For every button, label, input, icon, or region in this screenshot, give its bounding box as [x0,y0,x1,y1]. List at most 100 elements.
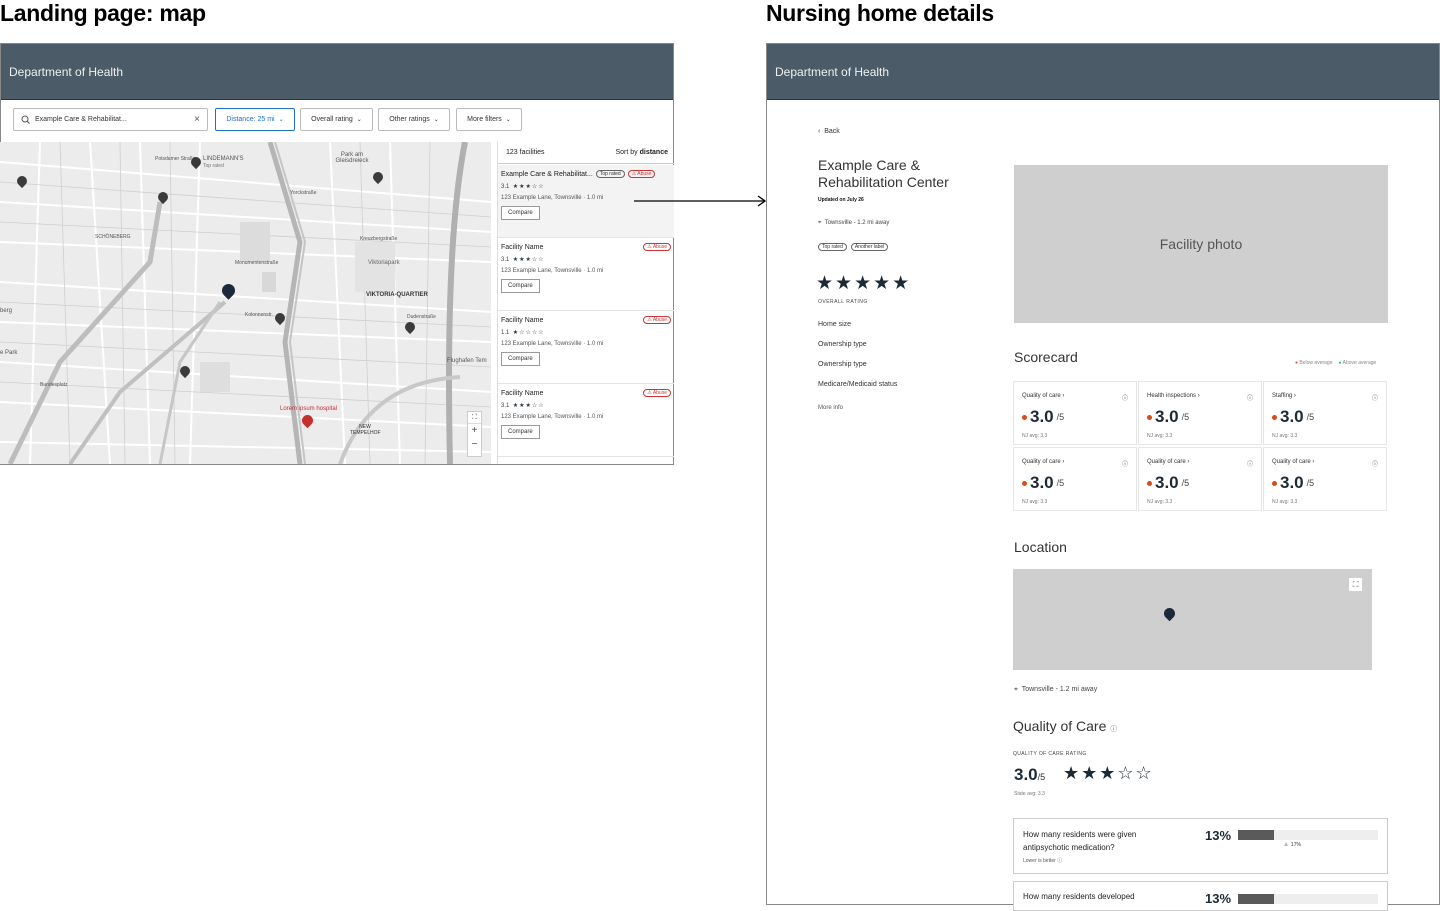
facility-name: Facility Name [501,389,544,397]
facility-map[interactable]: LINDEMANN'S Top rated Park am Gleisdreie… [0,142,491,464]
map-label: Viktoriapark [368,260,400,266]
measure-bar-track [1238,830,1378,840]
info-icon: ⓘ [1371,462,1378,468]
map-label: Dudenstraße [407,314,436,320]
score-card[interactable]: Health inspections › ⓘ 3.0/5 NJ avg: 3.3 [1138,381,1262,445]
star-rating: ★★★☆☆ [512,184,545,190]
abuse-tag: ⚠ Abuse [643,243,671,251]
map-pin [1161,605,1178,622]
score-card[interactable]: Quality of care › ⓘ 3.0/5 NJ avg: 3.3 [1138,447,1262,511]
star-rating: ★☆☆☆☆ [512,330,545,336]
facility-name: Facility Name [501,316,544,324]
location-title: Location [1014,539,1067,555]
compare-button[interactable]: Compare [501,352,540,366]
filter-distance[interactable]: Distance: 25 mi ⌄ [215,108,295,131]
info-icon: ⓘ [1057,858,1063,864]
filter-other-ratings[interactable]: Other ratings ⌄ [378,108,450,131]
header-title: Department of Health [9,64,124,79]
chevron-down-icon: ⌄ [433,117,439,123]
info-icon: ⓘ [1246,396,1253,402]
filter-more[interactable]: More filters ⌄ [456,108,522,131]
scorecard-legend: ● Below average ● Above average [1295,360,1377,366]
facility-tags: Top rated Another label [818,243,889,251]
info-icon: ⓘ [1110,726,1118,733]
facility-name: Example Care & Rehabilitat... [501,170,593,178]
score-card[interactable]: Quality of care › ⓘ 3.0/5 NJ avg: 3.3 [1263,447,1387,511]
score-card[interactable]: Quality of care › ⓘ 3.0/5 NJ avg: 3.3 [1013,381,1137,445]
expand-icon[interactable]: ⛶ [468,412,481,424]
chevron-down-icon: ⌄ [278,117,284,123]
zoom-in-icon[interactable]: + [468,424,481,438]
chevron-left-icon: ‹ [818,128,821,135]
chevron-down-icon: ⌄ [356,117,362,123]
map-label: Top rated [203,163,224,169]
map-label: Park am Gleisdreieck [335,152,369,164]
star-rating: ★★★☆☆ [512,257,545,263]
overall-stars: ★★★★★ [816,273,912,294]
back-link[interactable]: ‹ Back [818,128,840,135]
facility-location: ⌖ Townsville - 1.2 mi away [818,220,890,226]
measure-card[interactable]: How many residents developed 13% [1013,881,1388,911]
search-input[interactable]: Example Care & Rehabilitat... × [13,108,208,131]
measure-avg-marker: ▲ 17% [1282,841,1301,848]
list-item[interactable]: Facility Name ⚠ Abuse 1.1 ★☆☆☆☆ 123 Examp… [498,311,674,384]
map-label: NEW TEMPELHOF [350,424,381,436]
more-info-link[interactable]: More info [818,405,843,411]
map-label: LINDEMANN'S [203,156,244,162]
map-label: Potsdamer Straße [155,156,196,162]
quality-of-care-title: Quality of Care ⓘ [1013,718,1118,734]
compare-button[interactable]: Compare [501,279,540,293]
map-streets [0,142,491,464]
site-header: Department of Health [767,44,1439,100]
measure-question: How many residents developed [1023,892,1135,901]
measure-note: Lower is better ⓘ [1023,858,1063,864]
quality-rating-label: QUALITY OF CARE RATING [1013,751,1087,757]
abuse-tag: ⚠ Abuse [643,316,671,324]
flow-arrow [634,195,767,207]
measure-bar-fill [1238,830,1275,840]
score-card[interactable]: Staffing › ⓘ 3.0/5 NJ avg: 3.3 [1263,381,1387,445]
info-icon: ⓘ [1121,396,1128,402]
map-label: Monumentenstraße [235,260,279,266]
score-card[interactable]: Quality of care › ⓘ 3.0/5 NJ avg: 3.3 [1013,447,1137,511]
map-label: e Park [0,350,18,356]
fact-ownership-type: Ownership type [818,361,867,368]
map-label: berg [0,308,13,314]
measure-card[interactable]: How many residents were given antipsychot… [1013,818,1388,874]
filter-overall-rating[interactable]: Overall rating ⌄ [300,108,373,131]
facility-address: 123 Example Lane, Townsville · 1.0 mi [501,268,604,274]
compare-button[interactable]: Compare [501,206,540,220]
zoom-out-icon[interactable]: − [468,438,481,452]
location-pin-icon: ⌖ [818,220,822,226]
map-label: Kolonnenstr. [245,312,273,318]
map-label: Lorem ipsum hospital [280,406,338,412]
sort-control[interactable]: Sort by distance [615,149,668,156]
location-pin-icon: ⌖ [1014,686,1018,693]
map-label: Bundesplatz [40,382,68,388]
clear-icon[interactable]: × [194,114,200,125]
compare-button[interactable]: Compare [501,425,540,439]
info-icon: ⓘ [1371,396,1378,402]
list-item[interactable]: Facility Name ⚠ Abuse 3.1 ★★★☆☆ 123 Examp… [498,384,674,457]
state-avg: State avg: 3.3 [1014,791,1045,797]
left-section-title: Landing page: map [0,0,206,26]
overall-rating-label: OVERALL RATING [818,299,868,305]
facility-list: 123 facilities Sort by distance Example … [497,142,674,464]
search-value: Example Care & Rehabilitat... [35,116,127,123]
fact-home-size: Home size [818,321,852,328]
map-label: VIKTORIA-QUARTIER [366,292,428,298]
map-label: Kreuzbergstraße [360,236,398,242]
updated-date: Updated on July 26 [818,197,864,203]
facility-address: 123 Example Lane, Townsville · 1.0 mi [501,414,604,420]
quality-stars: ★★★☆☆ [1063,763,1154,783]
facility-address: 123 Example Lane, Townsville · 1.0 mi [501,341,604,347]
expand-icon[interactable]: ⛶ [1349,578,1362,591]
location-map[interactable]: ⛶ [1013,569,1372,670]
tag: Top rated [818,243,847,251]
scorecard-title: Scorecard [1014,349,1078,365]
fact-ownership-type: Ownership type [818,341,867,348]
list-item[interactable]: Facility Name ⚠ Abuse 3.1 ★★★☆☆ 123 Examp… [498,238,674,311]
map-label: Yorckstraße [290,190,317,196]
top-rated-tag: Top rated [595,170,625,178]
measure-percent: 13% [1205,891,1232,906]
